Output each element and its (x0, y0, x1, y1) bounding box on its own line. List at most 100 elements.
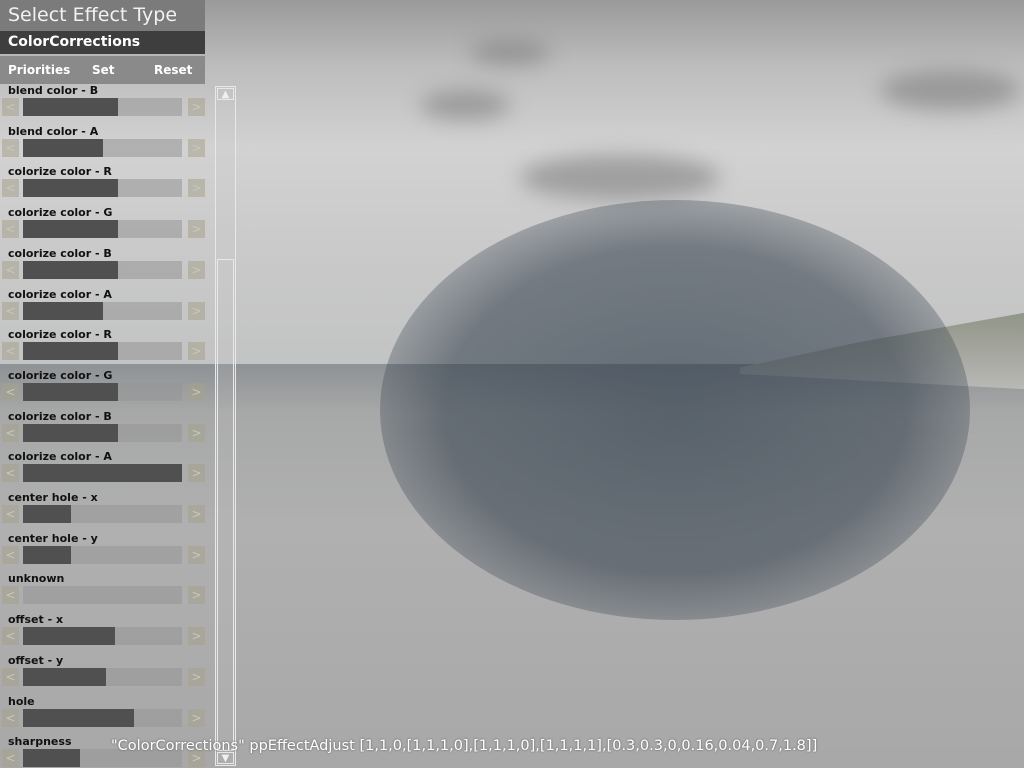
param-slider[interactable] (23, 505, 182, 523)
param-row: colorize color - B < > (0, 247, 205, 288)
reset-button[interactable]: Reset (154, 56, 192, 84)
increase-arrow-icon[interactable]: > (188, 708, 205, 727)
param-slider[interactable] (23, 423, 182, 442)
decrease-arrow-icon[interactable]: < (2, 708, 19, 727)
increase-arrow-icon[interactable]: > (188, 586, 205, 605)
param-row: colorize color - A < > (0, 288, 205, 329)
param-slider-fill (23, 667, 106, 686)
param-row: center hole - x < > (0, 491, 205, 532)
param-row: colorize color - G < > (0, 206, 205, 247)
param-label: colorize color - A (8, 450, 112, 464)
param-label: center hole - y (8, 531, 98, 545)
param-slider[interactable] (23, 342, 182, 361)
param-slider[interactable] (23, 708, 182, 727)
increase-arrow-icon[interactable]: > (188, 220, 205, 239)
param-slider[interactable] (23, 464, 182, 483)
panel-toolbar: Priorities Set Reset (0, 56, 205, 84)
param-label: blend color - A (8, 124, 99, 138)
panel-title: Select Effect Type (0, 0, 205, 31)
decrease-arrow-icon[interactable]: < (2, 545, 19, 564)
param-label: colorize color - A (8, 287, 112, 301)
param-label: colorize color - R (8, 328, 112, 342)
increase-arrow-icon[interactable]: > (188, 505, 205, 523)
decrease-arrow-icon[interactable]: < (2, 138, 19, 157)
param-slider[interactable] (23, 586, 182, 605)
param-row: hole < > (0, 695, 205, 736)
param-slider[interactable] (23, 301, 182, 320)
increase-arrow-icon[interactable]: > (188, 301, 205, 320)
decrease-arrow-icon[interactable]: < (2, 382, 19, 401)
increase-arrow-icon[interactable]: > (188, 138, 205, 157)
cloud (470, 40, 550, 65)
param-slider-fill (23, 708, 134, 727)
param-slider-fill (23, 464, 182, 483)
increase-arrow-icon[interactable]: > (188, 382, 205, 401)
decrease-arrow-icon[interactable]: < (2, 220, 19, 239)
param-slider[interactable] (23, 667, 182, 686)
set-button[interactable]: Set (92, 56, 115, 84)
param-slider-fill (23, 301, 103, 320)
param-label: offset - x (8, 613, 64, 627)
param-row: offset - y < > (0, 654, 205, 695)
param-slider-fill (23, 98, 118, 116)
param-slider-fill (23, 138, 103, 157)
param-row: unknown < > (0, 572, 205, 613)
param-label: sharpness (8, 735, 72, 749)
increase-arrow-icon[interactable]: > (188, 260, 205, 279)
decrease-arrow-icon[interactable]: < (2, 586, 19, 605)
decrease-arrow-icon[interactable]: < (2, 301, 19, 320)
cloud (420, 90, 510, 120)
param-slider[interactable] (23, 179, 182, 198)
decrease-arrow-icon[interactable]: < (2, 179, 19, 198)
color-correction-hole-effect (380, 200, 970, 620)
scroll-up-icon[interactable]: ▲ (217, 88, 234, 100)
decrease-arrow-icon[interactable]: < (2, 464, 19, 483)
increase-arrow-icon[interactable]: > (188, 627, 205, 646)
decrease-arrow-icon[interactable]: < (2, 667, 19, 686)
decrease-arrow-icon[interactable]: < (2, 423, 19, 442)
param-slider-fill (23, 260, 118, 279)
param-slider[interactable] (23, 220, 182, 239)
decrease-arrow-icon[interactable]: < (2, 627, 19, 646)
param-slider-fill (23, 220, 118, 239)
param-row: colorize color - R < > (0, 165, 205, 206)
param-slider[interactable] (23, 138, 182, 157)
increase-arrow-icon[interactable]: > (188, 179, 205, 198)
param-slider[interactable] (23, 545, 182, 564)
decrease-arrow-icon[interactable]: < (2, 505, 19, 523)
param-slider-fill (23, 342, 118, 361)
param-slider[interactable] (23, 382, 182, 401)
param-slider-fill (23, 749, 80, 768)
increase-arrow-icon[interactable]: > (188, 545, 205, 564)
param-row: blend color - B < > (0, 84, 205, 125)
param-row: offset - x < > (0, 613, 205, 654)
param-label: blend color - B (8, 84, 99, 97)
param-label: colorize color - G (8, 206, 113, 220)
decrease-arrow-icon[interactable]: < (2, 342, 19, 361)
param-row: blend color - A < > (0, 125, 205, 166)
increase-arrow-icon[interactable]: > (188, 342, 205, 361)
param-row: center hole - y < > (0, 532, 205, 573)
increase-arrow-icon[interactable]: > (188, 464, 205, 483)
param-label: colorize color - B (8, 246, 112, 260)
parameter-scrollbar[interactable]: ▲ ▼ (215, 86, 236, 766)
param-slider-fill (23, 382, 118, 401)
param-slider-fill (23, 545, 71, 564)
param-slider[interactable] (23, 98, 182, 116)
increase-arrow-icon[interactable]: > (188, 98, 205, 116)
decrease-arrow-icon[interactable]: < (2, 260, 19, 279)
param-slider[interactable] (23, 627, 182, 646)
param-label: unknown (8, 572, 65, 586)
parameter-list: blend color - B < > blend color - A < > colori… (0, 84, 205, 768)
effect-type-selector[interactable]: ColorCorrections (0, 31, 205, 54)
scroll-thumb[interactable] (217, 259, 234, 751)
param-slider[interactable] (23, 260, 182, 279)
priorities-button[interactable]: Priorities (8, 56, 70, 84)
increase-arrow-icon[interactable]: > (188, 667, 205, 686)
increase-arrow-icon[interactable]: > (188, 423, 205, 442)
param-label: colorize color - R (8, 165, 112, 179)
decrease-arrow-icon[interactable]: < (2, 98, 19, 116)
param-row: colorize color - A < > (0, 450, 205, 491)
param-label: offset - y (8, 653, 64, 667)
decrease-arrow-icon[interactable]: < (2, 749, 19, 768)
